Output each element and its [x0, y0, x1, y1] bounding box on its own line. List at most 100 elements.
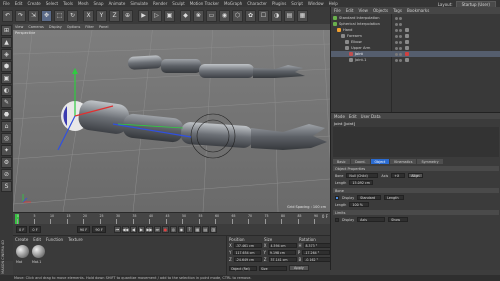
- visibility-dot[interactable]: [395, 16, 398, 20]
- material-menu-edit[interactable]: Edit: [33, 237, 41, 242]
- visibility-dot[interactable]: [395, 58, 398, 62]
- pen-icon[interactable]: ❀: [193, 9, 204, 22]
- help-icon[interactable]: ?: [185, 226, 193, 233]
- limits-display-dropdown[interactable]: Axis: [357, 217, 386, 222]
- menu-item-select[interactable]: Select: [46, 1, 58, 6]
- menu-item-help[interactable]: Help: [329, 1, 338, 6]
- end-frame-field[interactable]: 90 F: [76, 226, 91, 233]
- object-menu-view[interactable]: View: [358, 8, 368, 13]
- render-dot[interactable]: [399, 16, 402, 20]
- tag-icon[interactable]: [405, 58, 409, 62]
- prev-frame-icon[interactable]: ◀: [129, 226, 137, 233]
- material-swatch[interactable]: [16, 245, 29, 258]
- tab-kinematics[interactable]: Kinematics: [390, 159, 417, 164]
- viewport-perspective[interactable]: View Cameras Display Options Filter Panel Per…: [13, 24, 330, 212]
- visibility-dot[interactable]: [395, 40, 398, 44]
- viewport-menu-cameras[interactable]: Cameras: [28, 25, 44, 29]
- polygons-mode-icon[interactable]: ⬢: [1, 61, 12, 72]
- menu-item-render[interactable]: Render: [153, 1, 167, 6]
- render-dot[interactable]: [399, 34, 402, 38]
- display-checkbox[interactable]: [335, 195, 339, 200]
- section-limits[interactable]: Limits: [333, 210, 499, 215]
- display-mode-dropdown[interactable]: Length: [384, 195, 405, 200]
- viewport-scene[interactable]: [13, 24, 330, 212]
- length-field[interactable]: 15.092 cm: [349, 180, 374, 185]
- go-start-icon[interactable]: ⏮: [113, 226, 121, 233]
- floor-icon[interactable]: ▤: [284, 9, 295, 22]
- coord-field[interactable]: -37.461 cm: [233, 243, 262, 248]
- points-mode-icon[interactable]: ▲: [1, 37, 12, 48]
- menu-item-tools[interactable]: Tools: [63, 1, 73, 6]
- limits-show-dropdown[interactable]: Show: [388, 217, 409, 222]
- menu-item-animate[interactable]: Animate: [109, 1, 126, 6]
- coord-mode-dropdown[interactable]: Object (Rel): [229, 265, 257, 271]
- tag-icon[interactable]: [405, 40, 409, 44]
- align-button[interactable]: Align: [408, 173, 423, 178]
- object-menu-edit[interactable]: Edit: [346, 8, 354, 13]
- texture-mode-icon[interactable]: ◐: [1, 85, 12, 96]
- undo-icon[interactable]: ↶: [2, 9, 13, 22]
- settings-icon[interactable]: ⚙: [1, 157, 12, 168]
- uv-mode-icon[interactable]: ⬣: [1, 109, 12, 120]
- render-dot[interactable]: [399, 52, 402, 56]
- render-view-icon[interactable]: ▶: [138, 9, 149, 22]
- display-dropdown[interactable]: Standard: [357, 195, 382, 200]
- x-axis-icon[interactable]: X: [83, 9, 94, 22]
- tab-object[interactable]: Object: [370, 159, 390, 164]
- lock-icon[interactable]: ⊘: [1, 169, 12, 180]
- attribute-menu-user-data[interactable]: User Data: [361, 114, 381, 119]
- attribute-menu-mode[interactable]: Mode: [334, 114, 345, 119]
- tag-icon[interactable]: [405, 28, 409, 32]
- render-dot[interactable]: [399, 22, 402, 26]
- menu-item-motion-tracker[interactable]: Motion Tracker: [190, 1, 219, 6]
- light-icon[interactable]: ◑: [271, 9, 282, 22]
- cube-icon[interactable]: ◆: [180, 9, 191, 22]
- menu-item-create[interactable]: Create: [27, 1, 40, 6]
- position-key-icon[interactable]: ▦: [193, 226, 201, 233]
- material-menu-function[interactable]: Function: [46, 237, 63, 242]
- menu-item-sculpt[interactable]: Sculpt: [172, 1, 185, 6]
- render-dot[interactable]: [399, 58, 402, 62]
- menu-item-plugins[interactable]: Plugins: [272, 1, 286, 6]
- tag-icon[interactable]: [405, 52, 409, 56]
- redo-icon[interactable]: ↷: [15, 9, 26, 22]
- coord-field[interactable]: -0.162 °: [303, 257, 332, 262]
- render-picture-icon[interactable]: ▷: [151, 9, 162, 22]
- visibility-dot[interactable]: [395, 22, 398, 26]
- section-bone[interactable]: Bone: [333, 188, 499, 193]
- rotation-key-icon[interactable]: ▤: [201, 226, 209, 233]
- tab-coord[interactable]: Coord.: [350, 159, 370, 164]
- record-icon[interactable]: ●: [161, 226, 169, 233]
- model-mode-icon[interactable]: ▣: [1, 73, 12, 84]
- menu-item-script[interactable]: Script: [291, 1, 303, 6]
- subdivision-icon[interactable]: ▭: [206, 9, 217, 22]
- menu-item-file[interactable]: File: [3, 1, 10, 6]
- z-axis-icon[interactable]: Z: [109, 9, 120, 22]
- render-dot[interactable]: [399, 40, 402, 44]
- viewport-menu-display[interactable]: Display: [49, 25, 62, 29]
- y-axis-icon[interactable]: Y: [96, 9, 107, 22]
- coord-field[interactable]: -24.649 cm: [233, 257, 262, 262]
- visibility-dot[interactable]: [395, 46, 398, 50]
- attribute-menu-edit[interactable]: Edit: [349, 114, 357, 119]
- menu-item-mesh[interactable]: Mesh: [78, 1, 89, 6]
- viewport-mode-icon[interactable]: ⊞: [1, 25, 12, 36]
- material-swatch[interactable]: [32, 245, 45, 258]
- workplane-icon[interactable]: ⌂: [1, 121, 12, 132]
- tab-basic[interactable]: Basic: [333, 159, 350, 164]
- live-select-icon[interactable]: ⇲: [28, 9, 39, 22]
- axis-mode-icon[interactable]: ✦: [1, 145, 12, 156]
- coord-field[interactable]: 9.198 cm: [267, 250, 296, 255]
- section-object-properties[interactable]: Object Properties: [333, 166, 499, 171]
- next-frame-icon[interactable]: ▶▶: [145, 226, 153, 233]
- coord-field[interactable]: 117.654 cm: [233, 250, 262, 255]
- viewport-menu-view[interactable]: View: [15, 25, 23, 29]
- coord-field[interactable]: -17.264 °: [302, 250, 331, 255]
- render-dot[interactable]: [399, 28, 402, 32]
- nurbs-icon[interactable]: ⬡: [232, 9, 243, 22]
- object-menu-objects[interactable]: Objects: [373, 8, 388, 13]
- cloner-icon[interactable]: ✿: [245, 9, 256, 22]
- viewport-menu-panel[interactable]: Panel: [99, 25, 108, 29]
- tag-icon[interactable]: [405, 34, 409, 38]
- visibility-dot[interactable]: [395, 34, 398, 38]
